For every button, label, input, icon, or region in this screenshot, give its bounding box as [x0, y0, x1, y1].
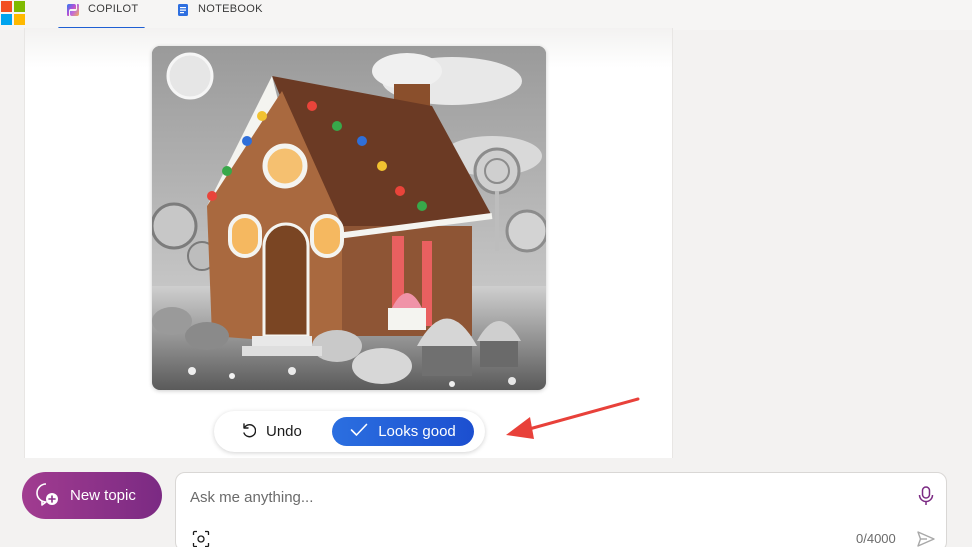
top-bar: COPILOT NOTEBOOK [0, 0, 972, 30]
new-topic-icon [34, 481, 60, 511]
microsoft-logo[interactable] [1, 1, 25, 25]
chat-composer: 0/4000 [175, 472, 947, 547]
logo-square-red [1, 1, 12, 12]
tab-copilot-label: COPILOT [88, 3, 139, 15]
microphone-icon[interactable] [916, 485, 936, 507]
logo-square-blue [1, 14, 12, 25]
logo-square-yellow [14, 14, 25, 25]
undo-button[interactable]: Undo [228, 417, 318, 446]
screenshot-icon[interactable] [192, 530, 210, 547]
tab-notebook[interactable]: NOTEBOOK [176, 0, 263, 30]
looks-good-button[interactable]: Looks good [332, 417, 474, 446]
new-topic-label: New topic [70, 487, 136, 504]
tab-notebook-label: NOTEBOOK [198, 3, 263, 15]
character-count: 0/4000 [856, 531, 896, 546]
notebook-icon [176, 3, 190, 17]
looks-good-label: Looks good [378, 423, 456, 440]
chat-response-card: Undo Looks good [24, 28, 673, 458]
new-topic-button[interactable]: New topic [22, 472, 162, 519]
logo-square-green [14, 1, 25, 12]
checkmark-icon [350, 423, 368, 441]
copilot-icon [66, 3, 80, 17]
annotation-arrow [506, 397, 640, 439]
undo-label: Undo [266, 423, 302, 440]
image-actions: Undo Looks good [214, 411, 485, 452]
undo-icon [240, 422, 257, 442]
send-icon[interactable] [916, 530, 936, 547]
generated-image-gingerbread-house[interactable] [152, 46, 546, 390]
tab-copilot[interactable]: COPILOT [58, 0, 145, 30]
chat-input[interactable] [190, 485, 890, 509]
